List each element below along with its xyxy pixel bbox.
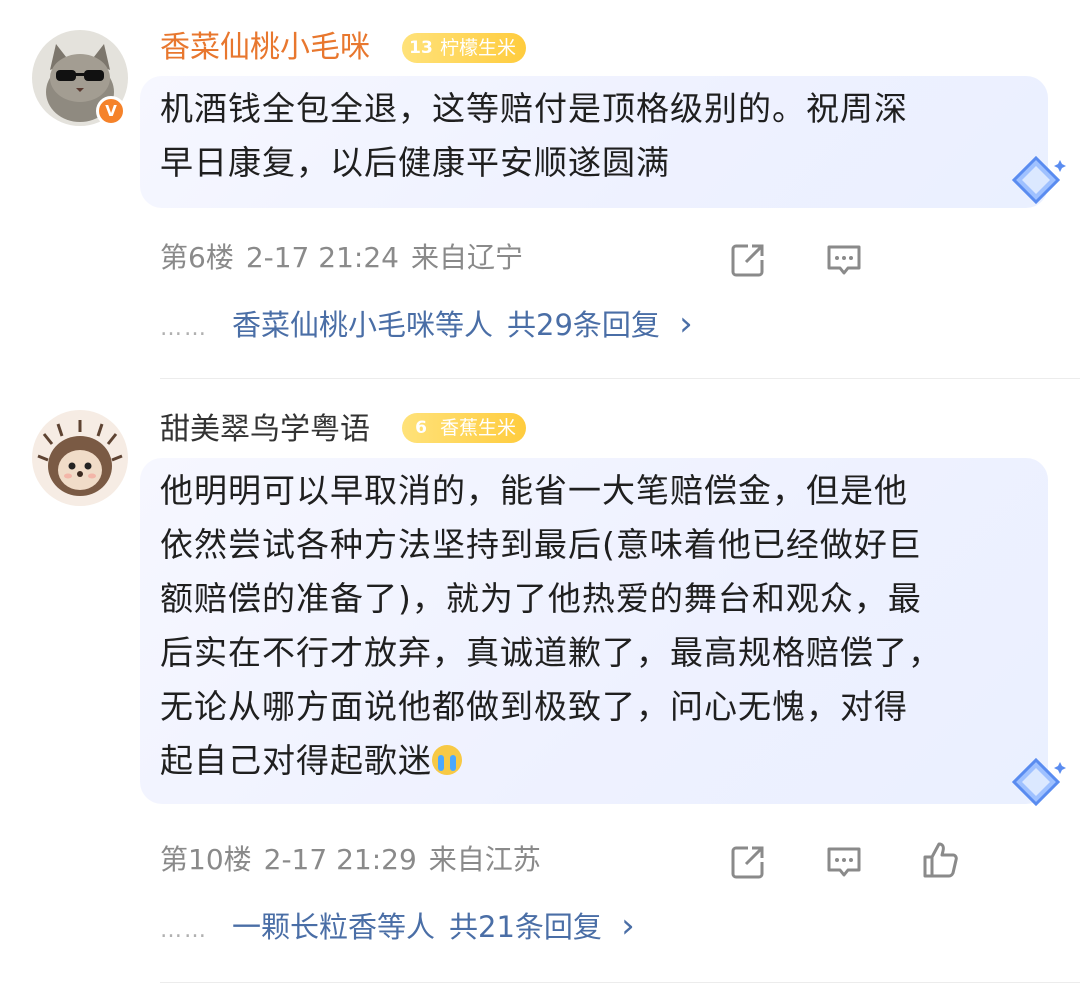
verified-badge-icon: V [96,96,126,126]
comment-text[interactable]: 机酒钱全包全退，这等赔付是顶格级别的。祝周深 早日康复，以后健康平安顺遂圆满 [160,82,1040,190]
comment-text-line: 起自己对得起歌迷 [160,734,1040,788]
diamond-decoration-icon [1011,155,1066,205]
share-icon[interactable] [728,842,768,882]
share-icon[interactable] [728,240,768,280]
reply-summary-link[interactable]: …… 香菜仙桃小毛咪等人 共29条回复 › [160,304,693,349]
diamond-decoration-icon [1011,757,1066,807]
comment-text-line: 后实在不行才放弃，真诚道歉了，最高规格赔偿了， [160,633,942,672]
like-icon[interactable] [920,840,960,880]
reply-total: 共29条回复 [507,308,660,342]
level-number: 6 [415,418,427,438]
reply-dots: …… [160,316,208,341]
badge-label: 柠檬生米 [440,37,517,59]
comment-text-line: 他明明可以早取消的，能省一大笔赔偿金，但是他 [160,471,908,510]
comment-meta: 第6楼 2-17 21:24 来自辽宁 [160,240,535,276]
comment-meta: 第10楼 2-17 21:29 来自江苏 [160,842,553,878]
comment-location: 来自江苏 [428,843,541,876]
floor-number: 第10楼 [160,843,252,876]
comment-text[interactable]: 他明明可以早取消的，能省一大笔赔偿金，但是他 依然尝试各种方法坚持到最后(意味着… [160,464,1040,788]
reply-users: 香菜仙桃小毛咪等人 [232,308,494,342]
comment-text-line: 额赔偿的准备了)，就为了他热爱的舞台和观众，最 [160,579,922,618]
comment-text-line: 机酒钱全包全退，这等赔付是顶格级别的。祝周深 [160,89,908,128]
reply-dots: …… [160,918,208,943]
comment-icon[interactable] [824,240,864,280]
chevron-right-icon: › [679,304,693,344]
comment-location: 来自辽宁 [410,241,523,274]
chevron-right-icon: › [621,906,635,946]
comment-text-line: 无论从哪方面说他都做到极致了，问心无愧，对得 [160,687,908,726]
fan-level-badge[interactable]: 13 柠檬生米 [402,33,526,63]
comment-username[interactable]: 香菜仙桃小毛咪 [160,30,370,66]
comment-time: 2-17 21:29 [263,843,417,876]
badge-label: 香蕉生米 [440,417,517,439]
comment-divider [160,378,1080,379]
comment-text-line: 依然尝试各种方法坚持到最后(意味着他已经做好巨 [160,525,922,564]
reply-summary-link[interactable]: …… 一颗长粒香等人 共21条回复 › [160,906,635,951]
comment-divider [160,982,1080,983]
reply-total: 共21条回复 [449,910,602,944]
comment-text-segment: 起自己对得起歌迷 [160,741,432,780]
floor-number: 第6楼 [160,241,234,274]
comment-time: 2-17 21:24 [245,241,399,274]
avatar[interactable] [32,410,128,506]
crying-emoji-icon [432,745,462,775]
comment-icon[interactable] [824,842,864,882]
comment-item: 甜美翠鸟学粤语 6 香蕉生米 他明明可以早取消的，能省一大笔赔偿金，但是他 依然… [0,380,1080,984]
reply-users: 一颗长粒香等人 [232,910,436,944]
comment-text-line: 早日康复，以后健康平安顺遂圆满 [160,143,670,182]
comment-item: V 香菜仙桃小毛咪 13 柠檬生米 机酒钱全包全退，这等赔付是顶格级别的。祝周深… [0,0,1080,380]
level-number: 13 [409,38,433,58]
comment-username[interactable]: 甜美翠鸟学粤语 [160,412,370,448]
fan-level-badge[interactable]: 6 香蕉生米 [402,413,526,443]
